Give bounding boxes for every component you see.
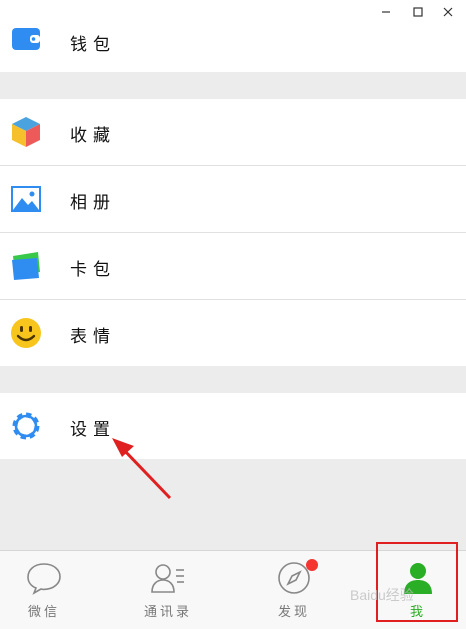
tab-contacts[interactable]: 通讯录 (110, 551, 226, 629)
content-group: 收藏 相册 卡包 表情 (0, 99, 466, 366)
window-titlebar (0, 0, 466, 24)
tab-chats[interactable]: 微信 (0, 551, 102, 629)
cards-label: 卡包 (70, 260, 116, 280)
annotation-highlight-box (376, 542, 458, 622)
gear-icon (12, 412, 40, 440)
notification-badge (306, 559, 318, 571)
watermark: Baidu经验 (350, 587, 414, 603)
menu-item-cards[interactable]: 卡包 (0, 233, 466, 300)
chat-bubble-icon (27, 563, 61, 595)
menu-item-favorites[interactable]: 收藏 (0, 99, 466, 166)
maximize-icon[interactable] (410, 4, 426, 20)
contacts-icon (151, 564, 184, 593)
wallet-group: 钱包 (0, 24, 466, 72)
menu-item-album[interactable]: 相册 (0, 166, 466, 233)
favorites-label: 收藏 (70, 126, 116, 146)
close-icon[interactable] (440, 4, 456, 20)
tab-chats-label: 微信 (27, 605, 60, 620)
cube-icon (12, 117, 40, 147)
wallet-label: 钱包 (70, 35, 116, 55)
minimize-icon[interactable] (378, 4, 394, 20)
album-label: 相册 (70, 193, 116, 213)
menu-item-stickers[interactable]: 表情 (0, 300, 466, 366)
settings-label: 设置 (70, 420, 116, 440)
tab-discover-label: 发现 (277, 605, 310, 620)
card-wallet-icon (12, 252, 40, 280)
menu-item-settings[interactable]: 设置 (0, 393, 466, 459)
smiley-icon (11, 318, 41, 348)
menu-item-wallet[interactable]: 钱包 (0, 24, 466, 72)
settings-group: 设置 (0, 393, 466, 459)
tab-discover[interactable]: 发现 (236, 551, 352, 629)
picture-icon (11, 186, 41, 212)
wallet-icon (12, 28, 40, 50)
tab-contacts-label: 通讯录 (143, 605, 192, 620)
stickers-label: 表情 (70, 327, 116, 347)
